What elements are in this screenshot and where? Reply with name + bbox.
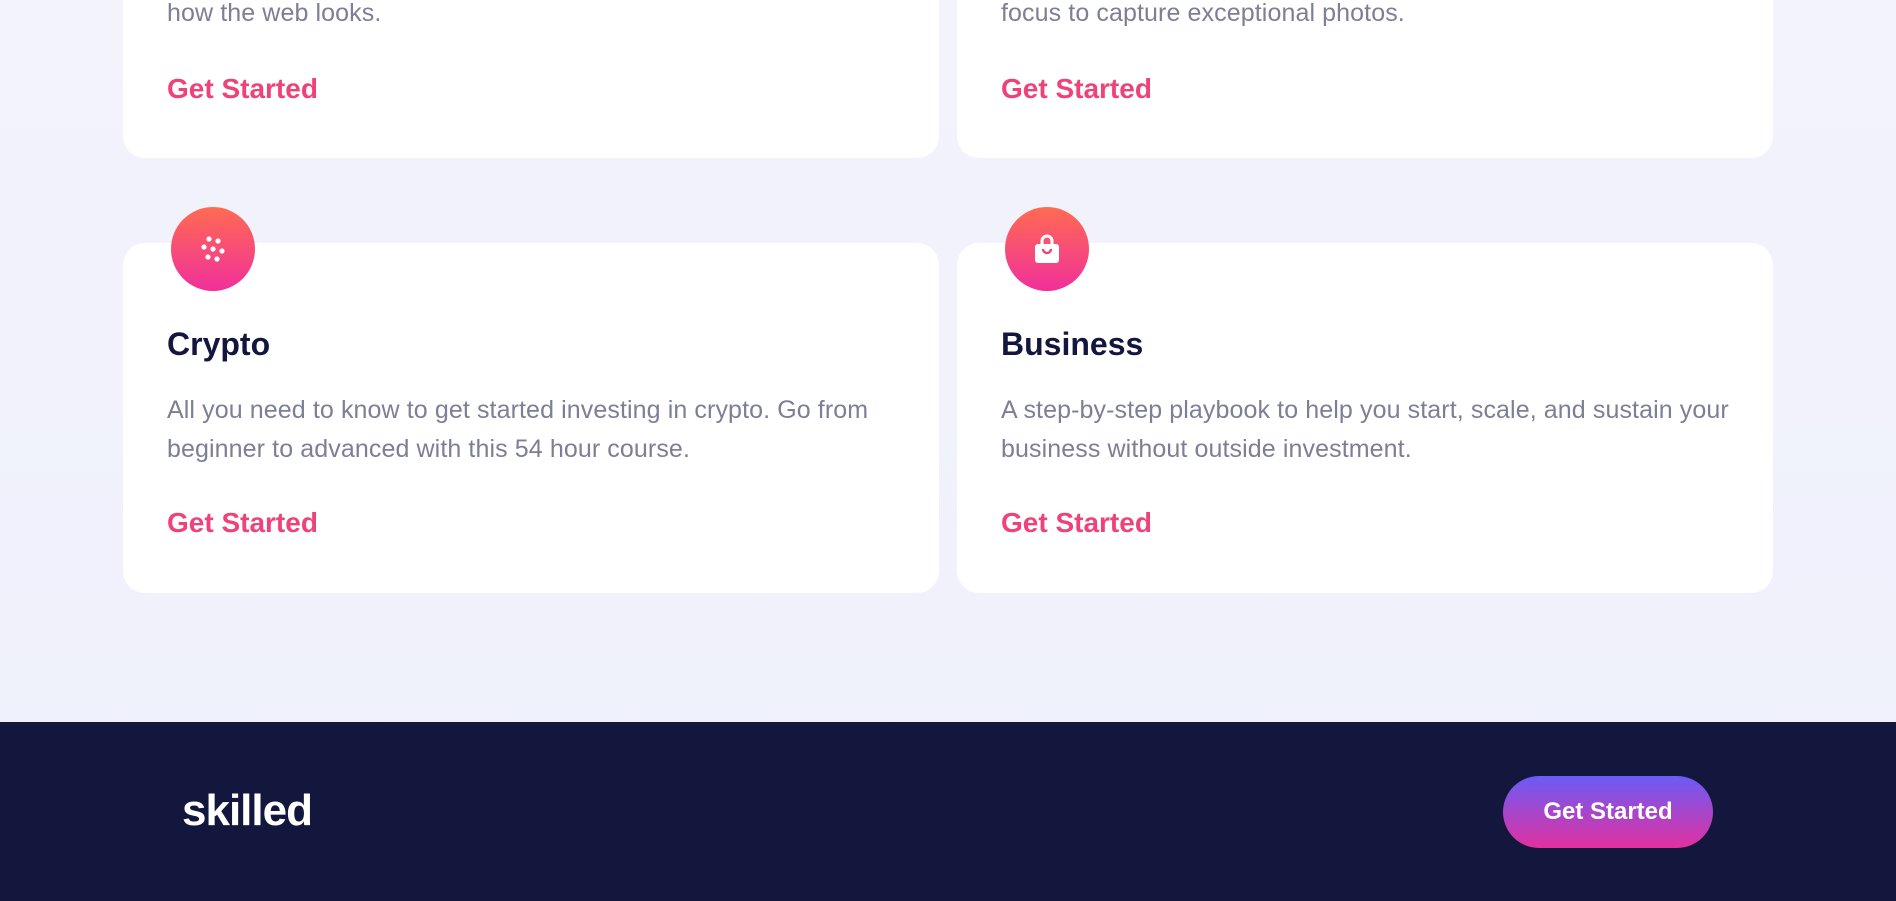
get-started-link[interactable]: Get Started <box>1001 73 1152 105</box>
get-started-link[interactable]: Get Started <box>1001 507 1152 539</box>
get-started-link[interactable]: Get Started <box>167 507 318 539</box>
card-description: All you need to know to get started inve… <box>167 396 869 463</box>
skilled-logo[interactable]: skilled <box>182 786 313 836</box>
card-title: Crypto <box>167 326 271 362</box>
crypto-icon-badge <box>171 207 255 291</box>
get-started-button[interactable]: Get Started <box>1503 776 1713 848</box>
card-description: how the web looks. <box>167 0 382 27</box>
course-card-web: how the web looks. Get Started <box>123 0 939 158</box>
course-card-business: Business A step-by-step playbook to help… <box>957 207 1773 593</box>
business-icon-badge <box>1005 207 1089 291</box>
course-card-photography: focus to capture exceptional photos. Get… <box>957 0 1773 158</box>
site-footer: skilled Get Started <box>0 722 1896 901</box>
card-title: Business <box>1001 326 1144 362</box>
course-card-crypto: Crypto All you need to know to get start… <box>123 207 939 593</box>
get-started-link[interactable]: Get Started <box>167 73 318 105</box>
crypto-dots-icon <box>201 236 225 262</box>
card-description: focus to capture exceptional photos. <box>1001 0 1405 27</box>
card-description: A step-by-step playbook to help you star… <box>1001 396 1729 463</box>
shopping-bag-icon <box>1035 234 1059 263</box>
